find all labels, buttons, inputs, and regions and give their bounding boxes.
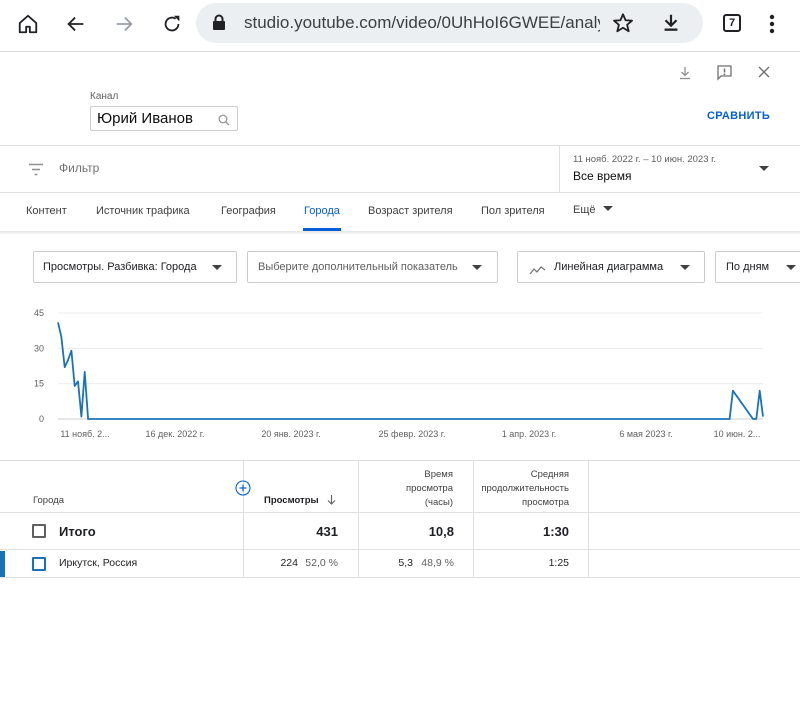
tab-viewer-gender[interactable]: Пол зрителя [481, 205, 545, 217]
channel-label: Канал [90, 91, 119, 102]
home-icon[interactable] [16, 12, 40, 36]
tab-geography[interactable]: География [221, 205, 276, 217]
star-icon[interactable] [612, 12, 634, 39]
column-header-watch-time-line3: (часы) [424, 497, 453, 508]
period-dropdown[interactable]: По дням [715, 251, 800, 283]
divider [0, 51, 800, 52]
row-checkbox[interactable] [32, 557, 46, 571]
chart-svg: 45 30 15 0 11 нояб. 2... 16 дек. 2022 г. 20 ян… [34, 308, 764, 439]
close-icon[interactable] [757, 65, 771, 84]
column-header-views[interactable]: Просмотры [264, 494, 336, 510]
url-text: studio.youtube.com/video/0UhHoI6GWEE/ana… [244, 13, 600, 32]
line-chart-icon [529, 262, 546, 280]
add-column-icon[interactable] [235, 480, 251, 501]
tabs-count-button[interactable]: 7 [723, 14, 741, 32]
table-top-border [0, 460, 800, 461]
back-icon[interactable] [64, 12, 88, 36]
chevron-down-icon [472, 265, 482, 270]
divider [0, 145, 800, 146]
tab-more[interactable]: Ещё [573, 204, 613, 216]
tabs-shadow [0, 231, 800, 235]
tab-cities[interactable]: Города [304, 205, 340, 217]
lock-icon [212, 14, 226, 36]
more-vert-icon[interactable] [760, 12, 784, 36]
tab-viewer-age[interactable]: Возраст зрителя [368, 205, 453, 217]
column-divider [243, 461, 244, 577]
y-tick-label: 15 [34, 379, 44, 389]
compare-button[interactable]: СРАВНИТЬ [707, 110, 770, 122]
chart-type-dropdown-label: Линейная диаграмма [554, 261, 664, 273]
x-tick-label: 1 апр. 2023 г. [502, 429, 557, 439]
total-checkbox[interactable] [32, 524, 46, 538]
address-bar[interactable]: studio.youtube.com/video/0UhHoI6GWEE/ana… [196, 3, 703, 43]
x-tick-label: 25 февр. 2023 г. [379, 429, 446, 439]
sort-arrow-down-icon [327, 494, 336, 510]
feedback-icon[interactable] [716, 64, 733, 86]
column-header-views-label: Просмотры [264, 495, 319, 506]
column-header-watch-time[interactable]: Время просмотра (часы) [360, 468, 453, 510]
date-range-selected: Все время [573, 169, 632, 183]
row-divider [0, 577, 800, 578]
filter-input[interactable]: Фильтр [59, 161, 99, 175]
download-icon[interactable] [660, 12, 682, 39]
series-line [57, 322, 764, 420]
x-tick-label: 10 июн. 2... [714, 429, 761, 439]
row-divider [0, 549, 800, 550]
x-tick-label: 6 мая 2023 г. [619, 429, 672, 439]
line-chart: 45 30 15 0 11 нояб. 2... 16 дек. 2022 г. 20 ян… [0, 300, 800, 450]
chart-type-dropdown[interactable]: Линейная диаграмма [517, 251, 705, 283]
column-divider [358, 461, 359, 577]
chevron-down-icon [602, 206, 613, 211]
column-header-avg-duration-line2: продолжительность [481, 483, 569, 494]
y-tick-label: 0 [39, 414, 44, 424]
column-header-city: Города [33, 495, 64, 506]
date-range-text: 11 нояб. 2022 г. – 10 июн. 2023 г. [573, 154, 717, 165]
forward-icon[interactable] [112, 12, 136, 36]
reload-icon[interactable] [160, 12, 184, 36]
column-header-avg-duration-line3: просмотра [522, 497, 569, 508]
extra-metric-dropdown-label: Выберите дополнительный показатель [258, 261, 458, 273]
channel-selector[interactable]: Юрий Иванов [90, 106, 238, 131]
metric-dropdown-label: Просмотры. Разбивка: Города [43, 261, 197, 273]
row-watch-time-percent: 48,9 % [421, 557, 454, 569]
total-avg-duration: 1:30 [542, 524, 569, 539]
total-label: Итого [59, 524, 96, 539]
y-tick-label: 45 [34, 308, 44, 318]
row-avg-duration: 1:25 [548, 557, 569, 569]
series-color-marker [0, 551, 5, 577]
browser-toolbar: studio.youtube.com/video/0UhHoI6GWEE/ana… [0, 0, 800, 48]
row-watch-time: 5,3 [398, 557, 413, 569]
y-tick-label: 30 [34, 343, 44, 353]
row-city: Иркутск, Россия [59, 557, 138, 569]
row-views: 224 [280, 557, 298, 569]
extra-metric-dropdown[interactable]: Выберите дополнительный показатель [247, 251, 498, 283]
chevron-down-icon [212, 265, 222, 270]
column-divider [588, 461, 589, 577]
row-views-percent: 52,0 % [305, 557, 338, 569]
period-dropdown-label: По дням [726, 261, 770, 273]
row-divider [0, 512, 800, 513]
x-tick-label: 16 дек. 2022 г. [146, 429, 205, 439]
x-tick-label: 20 янв. 2023 г. [261, 429, 320, 439]
tab-traffic-source[interactable]: Источник трафика [96, 205, 190, 217]
column-header-avg-duration-line1: Средняя [530, 469, 569, 480]
column-header-avg-duration[interactable]: Средняя продолжительность просмотра [470, 468, 569, 510]
channel-name: Юрий Иванов [97, 110, 193, 127]
chevron-down-icon [786, 265, 796, 270]
metric-dropdown[interactable]: Просмотры. Разбивка: Города [33, 251, 237, 283]
tab-more-label: Ещё [573, 204, 596, 216]
divider [0, 192, 800, 193]
x-tick-label: 11 нояб. 2... [60, 429, 109, 439]
tab-content[interactable]: Контент [26, 205, 67, 217]
export-icon[interactable] [678, 66, 692, 85]
chevron-down-icon [759, 166, 769, 171]
search-icon[interactable] [218, 113, 230, 131]
total-watch-time: 10,8 [428, 524, 454, 539]
filter-icon[interactable] [28, 163, 44, 181]
column-header-watch-time-line1: Время [424, 469, 453, 480]
divider [559, 145, 560, 192]
total-views: 431 [316, 524, 338, 539]
chevron-down-icon [680, 265, 690, 270]
column-header-watch-time-line2: просмотра [406, 483, 453, 494]
